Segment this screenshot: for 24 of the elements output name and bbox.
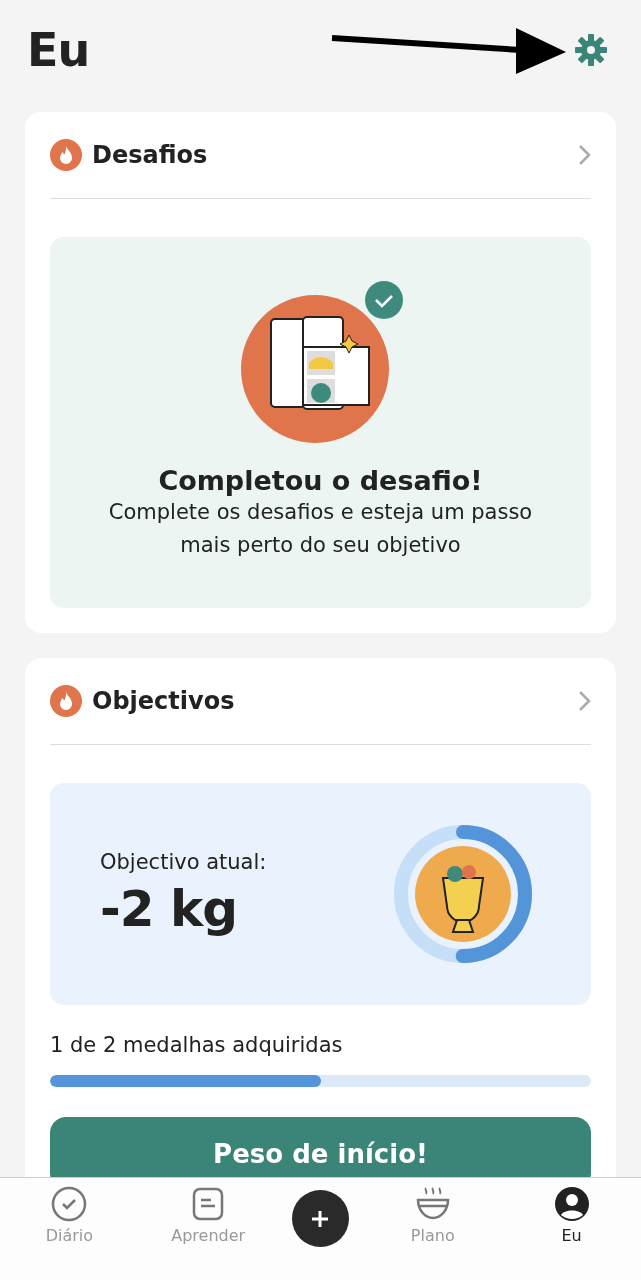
tab-item[interactable]: Aprender <box>153 1186 264 1245</box>
plus-icon <box>310 1208 331 1229</box>
tab-item[interactable]: Plano <box>377 1186 488 1245</box>
bowl-icon <box>414 1186 451 1222</box>
check-circle-icon <box>51 1186 88 1222</box>
flame-icon <box>50 139 82 171</box>
goal-value: -2 kg <box>100 880 238 938</box>
profile-icon <box>553 1186 590 1222</box>
add-button[interactable] <box>292 1190 349 1247</box>
medals-text: 1 de 2 medalhas adquiridas <box>50 1033 344 1057</box>
chevron-right-icon[interactable] <box>577 144 591 166</box>
settings-icon[interactable] <box>575 34 607 66</box>
note-icon <box>192 1186 225 1222</box>
chevron-right-icon[interactable] <box>577 690 591 712</box>
tab-item[interactable]: Eu <box>516 1186 627 1245</box>
flame-icon <box>50 685 82 717</box>
page-title: Eu <box>26 23 90 77</box>
card-title: Desafios <box>92 141 209 169</box>
challenge-description: Complete os desafios e esteja um passo mais perto do seu objetivo <box>107 499 534 559</box>
tab-item[interactable]: Diário <box>14 1186 125 1245</box>
challenge-heading: Completou o desafio! <box>158 465 483 496</box>
goal-label: Objectivo atual: <box>100 850 267 874</box>
card-title: Objectivos <box>92 687 236 715</box>
start-weight-button[interactable]: Peso de início! <box>50 1117 591 1177</box>
